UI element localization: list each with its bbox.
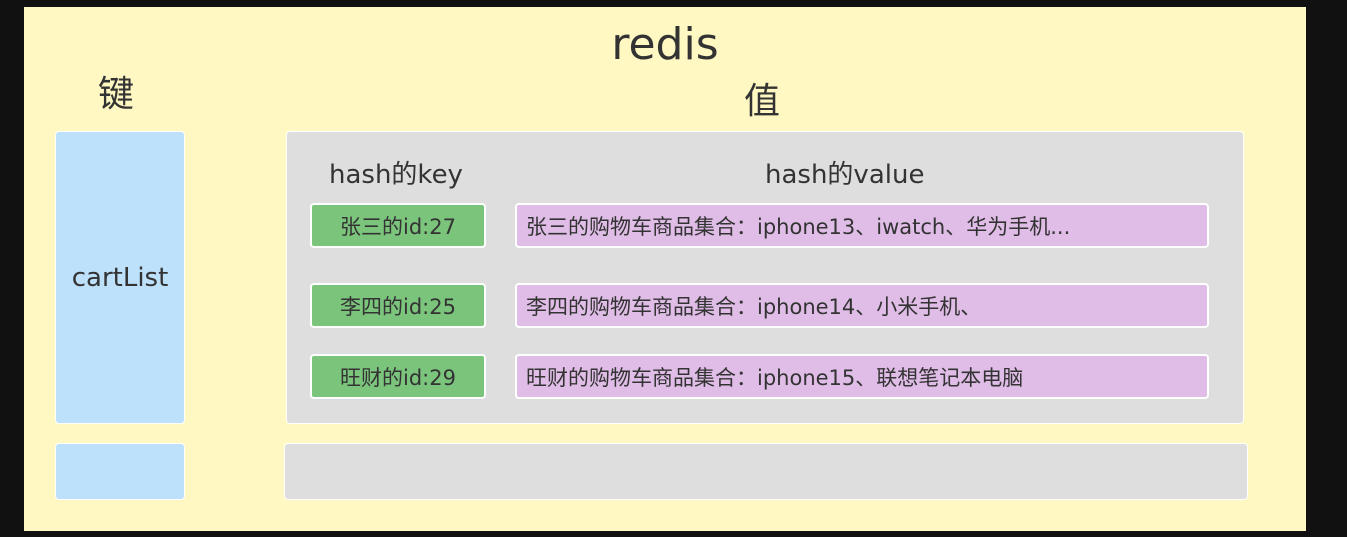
value-column-label: 值 bbox=[744, 81, 781, 122]
hash-value-header: hash的value bbox=[765, 160, 925, 190]
diagram-canvas: redis 键 值 cartList hash的key hash的value 张… bbox=[24, 7, 1306, 531]
hash-value-cell: 张三的购物车商品集合：iphone13、iwatch、华为手机... bbox=[515, 203, 1209, 248]
hash-key-cell: 旺财的id:29 bbox=[310, 354, 486, 399]
hash-value-container: hash的key hash的value 张三的id:27 张三的购物车商品集合：… bbox=[286, 131, 1244, 424]
redis-key-box: cartList bbox=[55, 131, 185, 424]
diagram-title: redis bbox=[611, 19, 719, 70]
hash-key-cell: 李四的id:25 bbox=[310, 283, 486, 328]
empty-value-box bbox=[284, 443, 1248, 500]
empty-key-box bbox=[55, 443, 185, 500]
hash-key-cell: 张三的id:27 bbox=[310, 203, 486, 248]
key-column-label: 键 bbox=[98, 74, 135, 115]
redis-key-label: cartList bbox=[71, 262, 169, 293]
hash-value-cell: 李四的购物车商品集合：iphone14、小米手机、 bbox=[515, 283, 1209, 328]
hash-value-cell: 旺财的购物车商品集合：iphone15、联想笔记本电脑 bbox=[515, 354, 1209, 399]
hash-key-header: hash的key bbox=[329, 160, 463, 190]
